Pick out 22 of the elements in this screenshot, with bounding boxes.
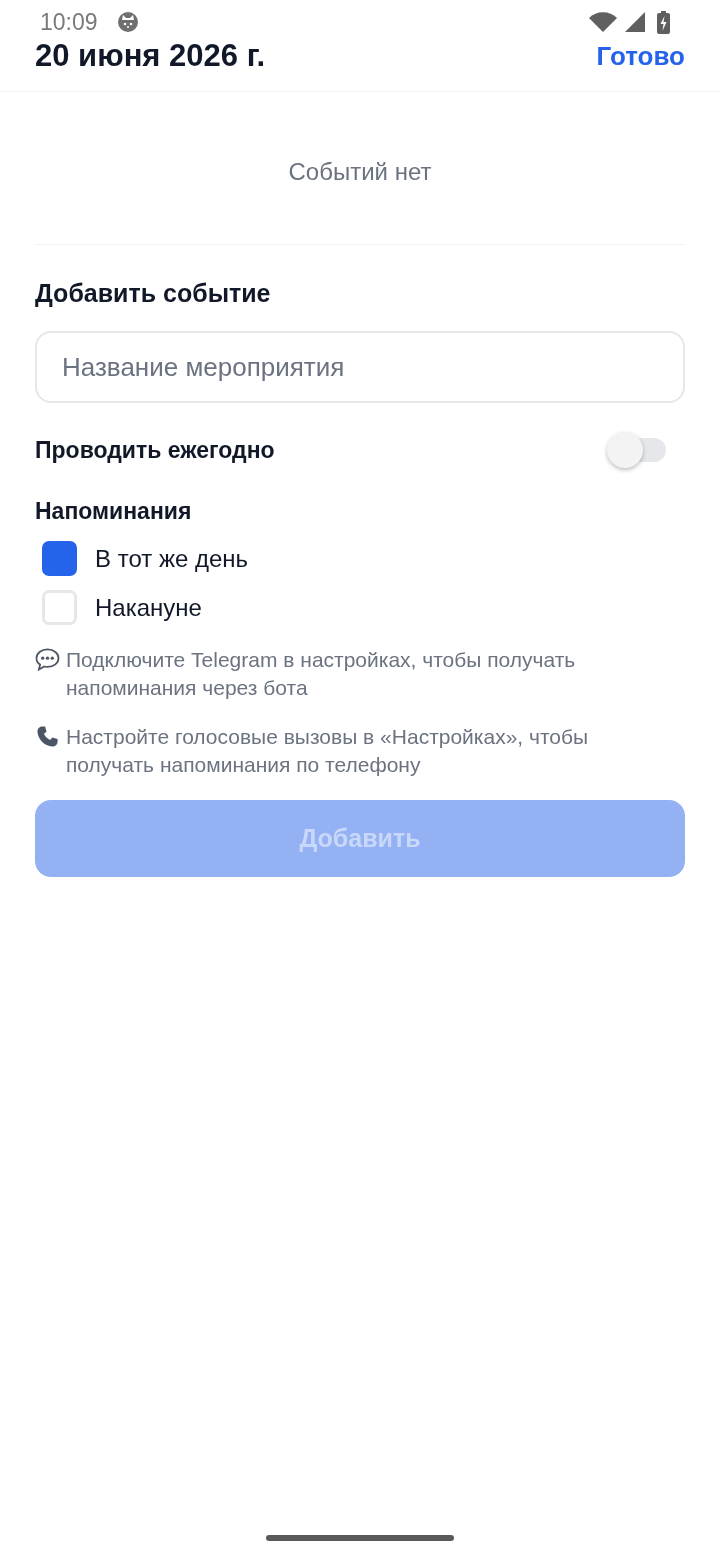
phone-icon: [35, 725, 60, 748]
empty-events-text: Событий нет: [288, 159, 432, 185]
speech-bubble-icon: [35, 648, 60, 671]
date-title: 20 июня 2026 г.: [35, 39, 266, 72]
hint-text: Подключите Telegram в настройках, чтобы получать напоминания через бота: [66, 647, 577, 701]
checkbox[interactable]: [42, 541, 77, 576]
battery-charging-icon: [657, 10, 670, 34]
cat-face-icon: [116, 11, 139, 33]
event-name-field[interactable]: Название мероприятия: [35, 331, 685, 403]
home-indicator[interactable]: [266, 1535, 454, 1541]
checkbox-label: В тот же день: [95, 543, 249, 574]
signal-icon: [625, 12, 645, 32]
wifi-icon: [589, 12, 617, 32]
reminders-heading: Напоминания: [35, 497, 193, 526]
checkbox[interactable]: [42, 590, 77, 625]
section-heading: Добавить событие: [35, 278, 272, 308]
status-time: 10:09: [40, 9, 98, 35]
yearly-label: Проводить ежегодно: [35, 436, 275, 465]
hint-text: Настройте голосовые вызовы в «Настройках», чтобы получать напоминания по телефону: [66, 724, 590, 778]
done-button[interactable]: Готово: [596, 39, 685, 72]
toggle-switch[interactable]: [607, 432, 666, 468]
checkbox-label: Накануне: [95, 592, 202, 623]
